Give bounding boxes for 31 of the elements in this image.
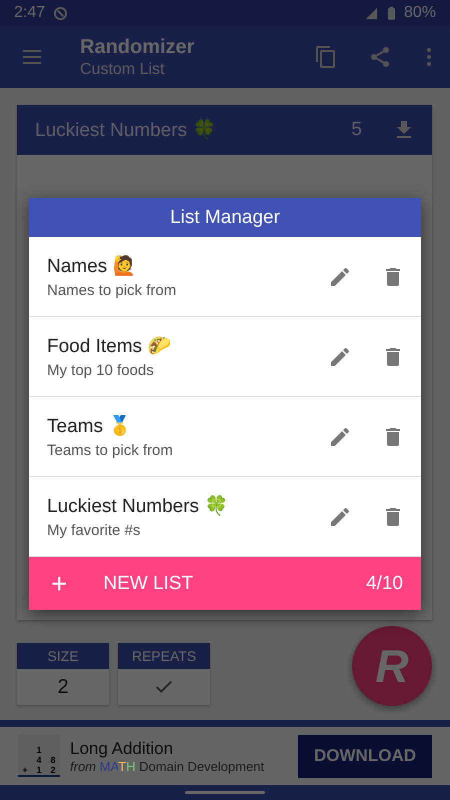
setting-label: REPEATS [118,643,210,669]
signal-icon [364,6,379,20]
app-icon: 1 4 8 + 1 2 [18,735,60,777]
download-button[interactable]: DOWNLOAD [298,734,432,778]
dialog-title: List Manager [29,198,421,237]
list-item[interactable]: Food Items 🌮 My top 10 foods [29,317,421,397]
list-item-name: Names 🙋 [47,254,138,278]
list-item[interactable]: Names 🙋 Names to pick from [29,237,421,317]
list-item-description: Names to pick from [47,282,178,299]
list-item[interactable]: Teams 🥇 Teams to pick from [29,397,421,477]
home-handle[interactable] [185,791,265,794]
list-name: Luckiest Numbers 🍀 [35,118,218,142]
setting-label: SIZE [17,643,109,669]
randomize-button[interactable]: R [352,626,432,706]
list-count: 5 [351,119,362,141]
ad-title: Long Addition [70,738,174,758]
battery-icon [386,6,396,20]
app-subtitle: Custom List [80,60,166,78]
list-item-description: Teams to pick from [47,442,174,459]
setting-value: 2 [57,676,69,698]
setting-card[interactable]: SIZE 2 [17,643,109,705]
new-list-button[interactable]: + NEW LIST 4/10 [29,557,421,610]
setting-card[interactable]: REPEATS [118,643,210,705]
list-item-description: My top 10 foods [47,362,155,379]
app-title: Randomizer [80,36,196,58]
list-item-description: My favorite #s [47,522,142,539]
list-item-name: Food Items 🌮 [47,335,172,358]
list-item-name: Teams 🥇 [47,414,134,438]
battery-percent: 80% [404,4,436,22]
status-time: 2:47 [14,4,46,22]
list-item-name: Luckiest Numbers 🍀 [47,494,230,518]
